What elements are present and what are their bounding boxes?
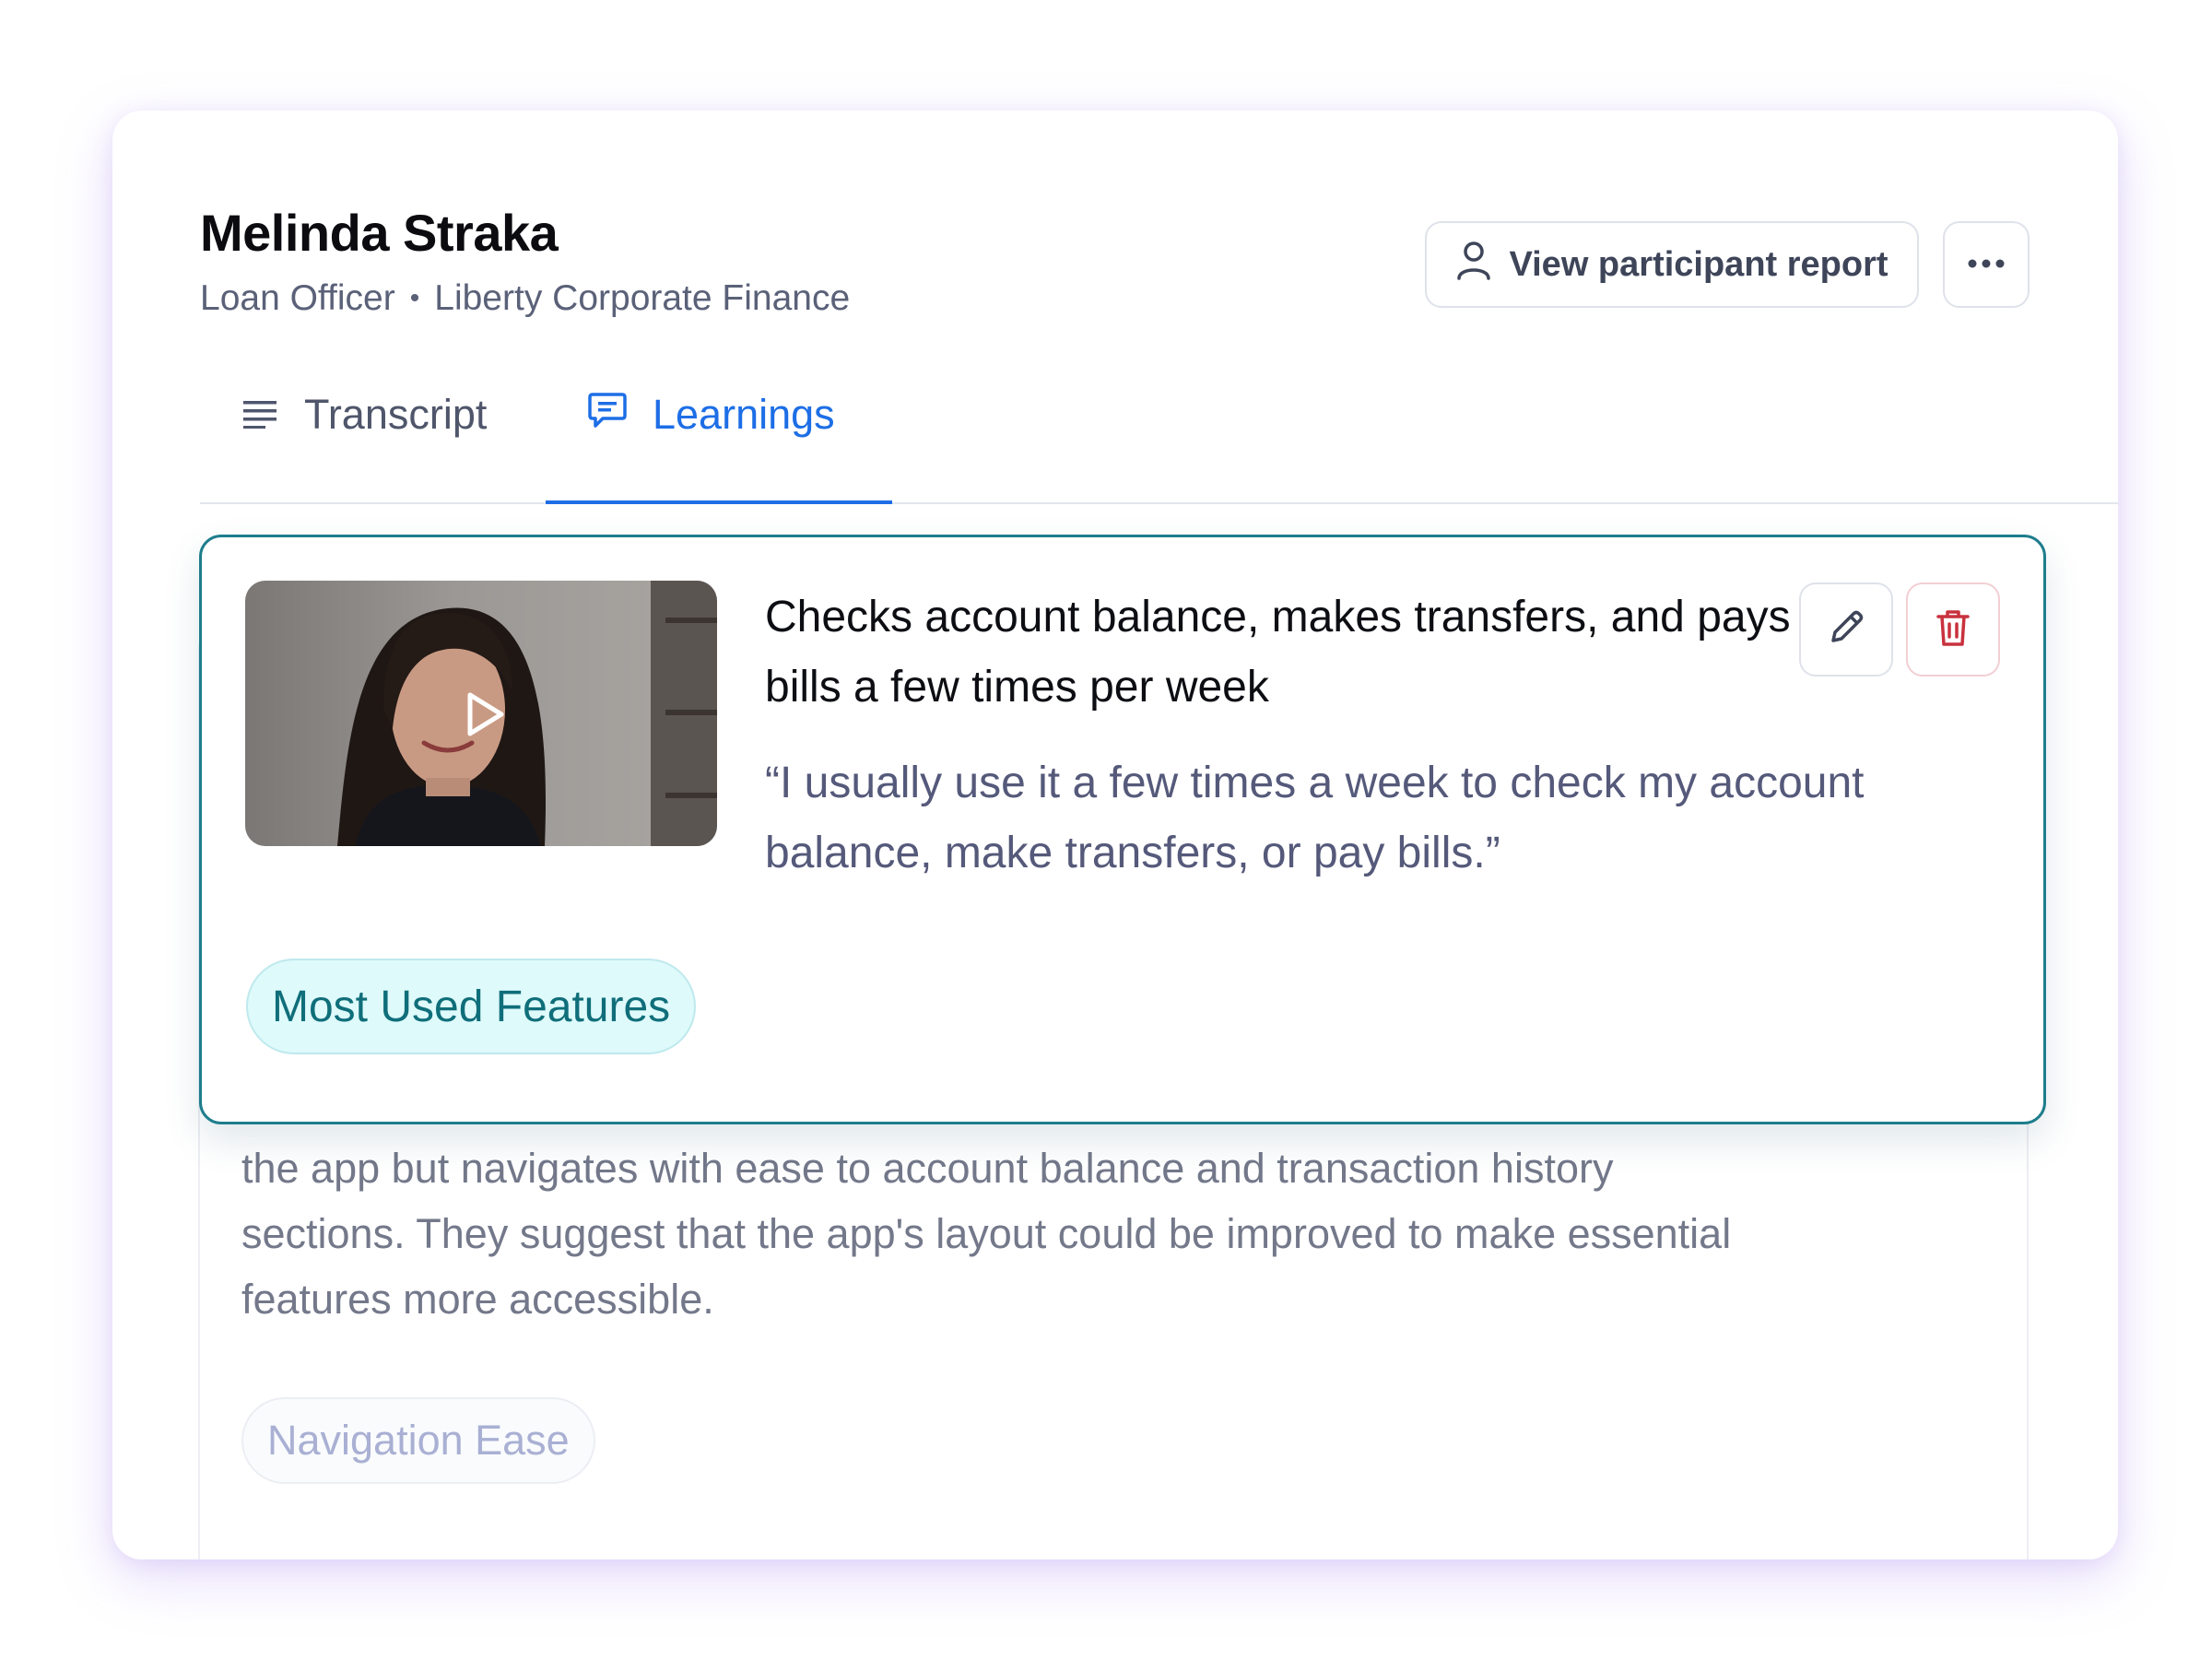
participant-panel: Melinda Straka Loan Officer • Liberty Co… [112, 111, 2118, 1559]
pencil-icon [1826, 607, 1866, 653]
view-participant-report-button[interactable]: View participant report [1425, 221, 1919, 308]
participant-name: Melinda Straka [200, 204, 559, 262]
tab-learnings-label: Learnings [653, 391, 835, 438]
more-options-button[interactable] [1943, 221, 2030, 308]
view-participant-report-label: View participant report [1509, 244, 1888, 284]
chat-bubble-icon [588, 391, 627, 439]
delete-learning-button[interactable] [1906, 582, 2000, 677]
lines-icon [243, 391, 278, 439]
trash-icon [1935, 607, 1971, 653]
tab-transcript[interactable]: Transcript [243, 378, 487, 452]
video-thumbnail[interactable] [245, 581, 717, 846]
more-horizontal-icon [1968, 256, 2005, 273]
learning-quote: “I usually use it a few times a week to … [765, 759, 1865, 877]
tab-learnings[interactable]: Learnings [588, 378, 835, 452]
participant-subtitle: Loan Officer • Liberty Corporate Finance [200, 278, 850, 319]
secondary-learning-text: the app but navigates with ease to accou… [241, 1145, 1732, 1323]
tab-transcript-label: Transcript [304, 391, 488, 438]
user-icon [1455, 240, 1492, 289]
navigation-ease-tag[interactable]: Navigation Ease [241, 1397, 595, 1484]
learning-title: Checks account balance, makes transfers,… [765, 593, 1791, 712]
edit-learning-button[interactable] [1799, 582, 1893, 677]
tabs-divider [200, 502, 2118, 504]
participant-role: Loan Officer [200, 278, 395, 318]
active-tab-indicator [546, 500, 892, 504]
play-icon[interactable] [450, 682, 514, 747]
participant-company: Liberty Corporate Finance [434, 278, 851, 318]
subtitle-separator: • [409, 283, 420, 313]
most-used-features-tag[interactable]: Most Used Features [246, 959, 697, 1054]
